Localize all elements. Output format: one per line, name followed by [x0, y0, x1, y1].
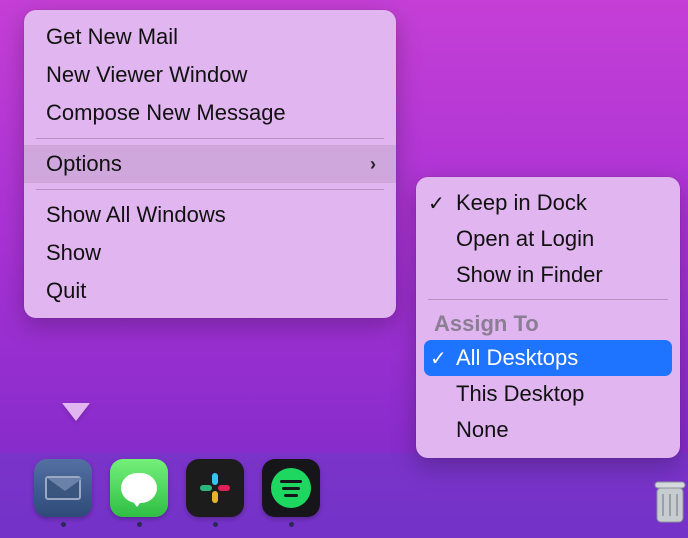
submenu-section-header: Assign To	[416, 306, 680, 340]
submenu-item-label: None	[456, 417, 509, 442]
submenu-item-this-desktop[interactable]: This Desktop	[416, 376, 680, 412]
options-submenu: ✓ Keep in Dock Open at Login Show in Fin…	[416, 177, 680, 458]
submenu-item-open-at-login[interactable]: Open at Login	[416, 221, 680, 257]
submenu-item-label: Show in Finder	[456, 262, 603, 287]
running-indicator	[289, 522, 294, 527]
checkmark-icon: ✓	[428, 191, 445, 216]
menu-item-label: Quit	[46, 278, 86, 304]
menu-item-label: Options	[46, 151, 122, 177]
mail-icon	[34, 459, 92, 517]
running-indicator	[213, 522, 218, 527]
menu-pointer-tail	[62, 403, 90, 421]
trash-icon[interactable]	[652, 476, 688, 526]
checkmark-icon: ✓	[430, 346, 447, 371]
dock-app-spotify[interactable]	[262, 459, 320, 527]
submenu-item-keep-in-dock[interactable]: ✓ Keep in Dock	[416, 185, 680, 221]
messages-icon	[110, 459, 168, 517]
menu-item-options[interactable]: Options ›	[24, 145, 396, 183]
menu-item-new-viewer-window[interactable]: New Viewer Window	[24, 56, 396, 94]
spotify-icon	[262, 459, 320, 517]
menu-item-quit[interactable]: Quit	[24, 272, 396, 310]
running-indicator	[61, 522, 66, 527]
menu-separator	[36, 138, 384, 139]
submenu-item-label: Open at Login	[456, 226, 594, 251]
menu-item-show-all-windows[interactable]: Show All Windows	[24, 196, 396, 234]
dock-app-messages[interactable]	[110, 459, 168, 527]
dock-context-menu: Get New Mail New Viewer Window Compose N…	[24, 10, 396, 318]
dock-app-slack[interactable]	[186, 459, 244, 527]
menu-separator	[36, 189, 384, 190]
menu-separator	[428, 299, 668, 300]
submenu-item-none[interactable]: None	[416, 412, 680, 448]
submenu-item-label: Keep in Dock	[456, 190, 587, 215]
menu-item-show[interactable]: Show	[24, 234, 396, 272]
submenu-item-label: All Desktops	[456, 345, 578, 370]
menu-item-get-new-mail[interactable]: Get New Mail	[24, 18, 396, 56]
menu-item-label: Get New Mail	[46, 24, 178, 50]
submenu-item-all-desktops[interactable]: ✓ All Desktops	[424, 340, 672, 376]
menu-item-compose-new-message[interactable]: Compose New Message	[24, 94, 396, 132]
menu-item-label: Compose New Message	[46, 100, 286, 126]
running-indicator	[137, 522, 142, 527]
submenu-item-label: This Desktop	[456, 381, 584, 406]
chevron-right-icon: ›	[370, 154, 376, 175]
slack-icon	[186, 459, 244, 517]
menu-item-label: New Viewer Window	[46, 62, 247, 88]
dock-app-mail[interactable]	[34, 459, 92, 527]
submenu-item-show-in-finder[interactable]: Show in Finder	[416, 257, 680, 293]
dock	[0, 453, 688, 538]
menu-item-label: Show All Windows	[46, 202, 226, 228]
menu-item-label: Show	[46, 240, 101, 266]
